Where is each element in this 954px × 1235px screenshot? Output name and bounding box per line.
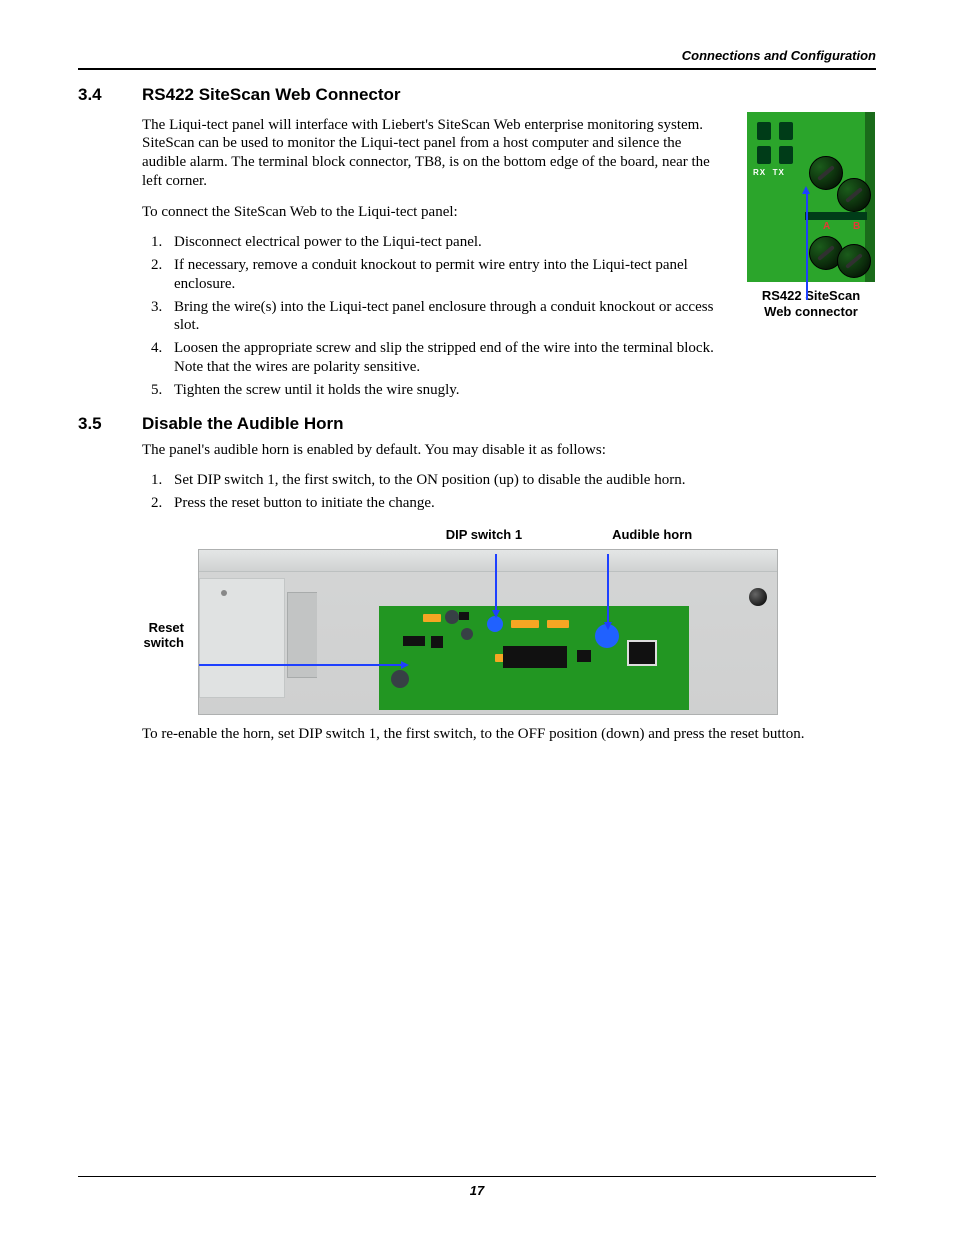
numbered-list: Disconnect electrical power to the Liqui… (142, 233, 728, 399)
section-title: Disable the Audible Horn (142, 413, 876, 434)
terminal-port-icon (837, 178, 871, 212)
dip-switch-marker-icon (487, 616, 503, 632)
leader-line (607, 554, 609, 628)
reset-switch-label: Reset switch (84, 621, 184, 651)
figure-rs422-connector: RX TX A B RS422 SiteSca (746, 112, 876, 321)
paragraph: To connect the SiteScan Web to the Liqui… (142, 203, 728, 222)
dip-switch-label: DIP switch 1 (446, 527, 522, 543)
running-head: Connections and Configuration (78, 48, 876, 64)
leader-line (806, 190, 808, 300)
footer-rule (78, 1176, 876, 1177)
list-item: Set DIP switch 1, the first switch, to t… (166, 471, 876, 490)
b-label: B (853, 221, 860, 232)
paragraph: The panel's audible horn is enabled by d… (142, 441, 876, 460)
section-3-4-body: The Liqui-tect panel will interface with… (142, 112, 876, 414)
figure-caption: RS422 SiteScan Web connector (762, 288, 860, 321)
section-3-5-body: The panel's audible horn is enabled by d… (142, 441, 876, 744)
section-number: 3.5 (78, 413, 138, 434)
list-item: Loosen the appropriate screw and slip th… (166, 339, 728, 377)
a-label: A (823, 221, 830, 232)
rx-label: RX (753, 168, 766, 177)
tx-label: TX (773, 168, 785, 177)
page-footer: 17 (78, 1168, 876, 1199)
header-rule (78, 68, 876, 70)
page-number: 17 (78, 1183, 876, 1199)
paragraph: To re-enable the horn, set DIP switch 1,… (142, 725, 876, 744)
leader-line (199, 664, 407, 666)
list-item: Press the reset button to initiate the c… (166, 494, 876, 513)
page: Connections and Configuration 3.4 RS422 … (0, 0, 954, 1235)
enclosure-graphic (198, 549, 778, 715)
leader-line (495, 554, 497, 616)
list-item: Tighten the screw until it holds the wir… (166, 381, 728, 400)
section-number: 3.4 (78, 84, 138, 105)
list-item: If necessary, remove a conduit knockout … (166, 256, 728, 294)
figure-dip-switch: Reset switch DIP switch 1 Audible horn (142, 527, 876, 715)
audible-horn-label: Audible horn (612, 527, 692, 543)
terminal-port-icon (837, 244, 871, 278)
list-item: Bring the wire(s) into the Liqui-tect pa… (166, 298, 728, 336)
screw-icon (749, 588, 767, 606)
section-3-4-heading: 3.4 RS422 SiteScan Web Connector (78, 84, 876, 105)
terminal-port-icon (809, 156, 843, 190)
numbered-list: Set DIP switch 1, the first switch, to t… (142, 471, 876, 513)
pcb-graphic: RX TX A B (747, 112, 875, 282)
section-3-5-heading: 3.5 Disable the Audible Horn (78, 413, 876, 434)
paragraph: The Liqui-tect panel will interface with… (142, 116, 728, 191)
section-title: RS422 SiteScan Web Connector (142, 84, 876, 105)
list-item: Disconnect electrical power to the Liqui… (166, 233, 728, 252)
